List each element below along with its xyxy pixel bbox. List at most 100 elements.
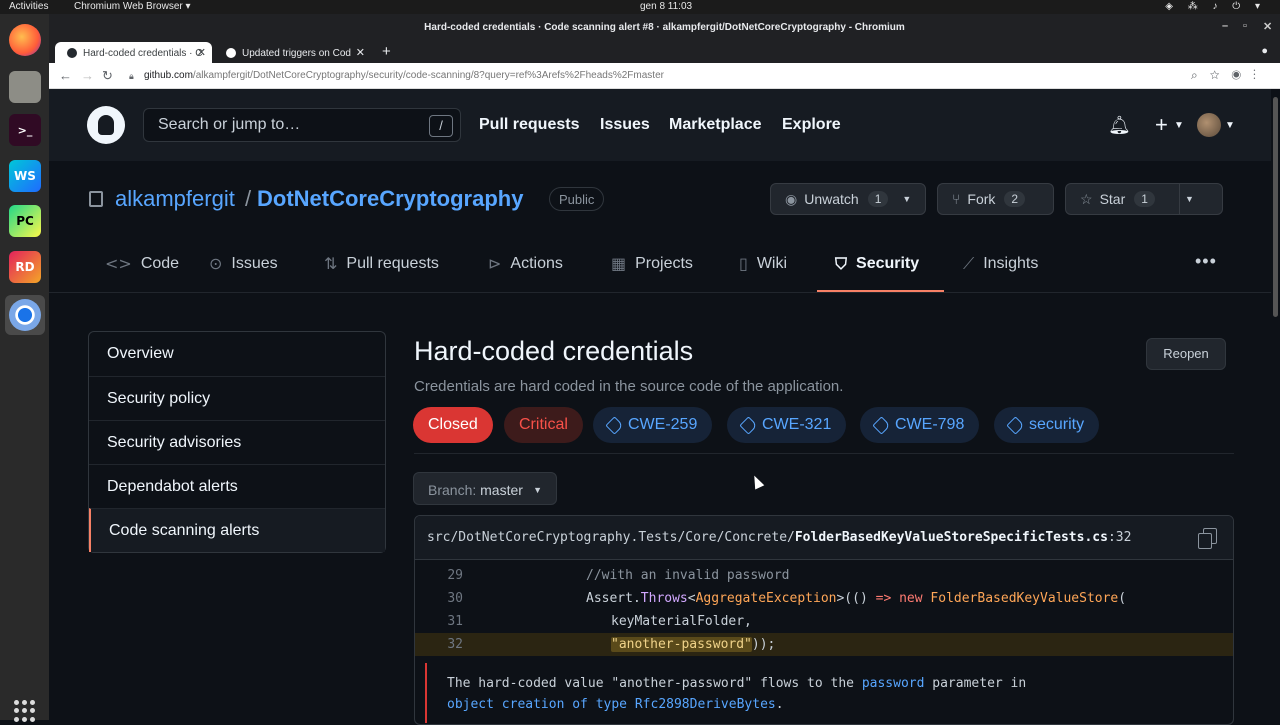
unwatch-button[interactable]: ◉ Unwatch 1 ▼ [770,183,926,215]
tab-projects[interactable]: ▦ Projects [611,254,693,273]
address-bar: ← → ↻ 🔒︎ github.com/alkampfergit/DotNetC… [49,63,1280,89]
maximize-icon[interactable]: ▫ [1243,20,1247,32]
repo-tab-nav: <> Code ⊙ Issues ⇅ Pull requests ⊳ Actions ▦… [49,231,1271,293]
fork-label: Fork [967,191,996,207]
clock[interactable]: gen 8 11:03 [640,1,692,12]
chevron-down-icon[interactable]: ▼ [1225,120,1235,131]
copy-icon[interactable] [1198,528,1217,549]
tab-label: Hard-coded credentials · C [83,47,203,59]
reload-icon[interactable]: ↻ [102,68,113,84]
tab-actions[interactable]: ⊳ Actions [488,254,563,273]
file-path[interactable]: src/DotNetCoreCryptography.Tests/Core/Co… [427,530,795,545]
shield-icon: ⛉ [835,254,848,273]
forward-icon[interactable]: → [81,68,94,83]
nav-marketplace[interactable]: Marketplace [669,116,762,134]
code-line: 30 Assert.Throws<AggregateException>(() … [415,587,1233,610]
code-line: 31 keyMaterialFolder, [415,610,1233,633]
sidebar-item-dependabot-alerts[interactable]: Dependabot alerts [89,464,385,508]
tab-hard-coded-credentials[interactable]: Hard-coded credentials · C ✕ [55,42,212,64]
star-icon: ☆ [1080,190,1093,207]
webstorm-icon[interactable]: WS [9,160,41,192]
app-menu[interactable]: Chromium Web Browser ▾ [74,1,191,12]
tab-pull-requests[interactable]: ⇅ Pull requests [324,254,439,273]
scrollbar-thumb[interactable] [1273,97,1278,317]
search-shortcut-key: / [429,115,453,137]
tab-search-icon[interactable]: ● [1261,45,1268,57]
nav-issues[interactable]: Issues [600,116,650,134]
notifications-bell-icon[interactable]: 🔔︎ [1108,115,1131,136]
tag-icon [605,415,624,435]
tab-wiki[interactable]: ▯ Wiki [739,254,787,273]
activities-button[interactable]: Activities [9,1,48,12]
tag-security[interactable]: security [994,407,1100,443]
code-text: Assert.Throws<AggregateException>(() => … [586,591,1127,606]
pycharm-icon[interactable]: PC [9,205,41,237]
branch-select[interactable]: Branch: master ▼ [413,472,557,505]
close-icon[interactable]: ✕ [1263,20,1272,33]
star-label: Star [1099,191,1126,207]
chromium-icon[interactable] [9,299,41,331]
lock-icon: 🔒︎ [129,71,134,81]
status-badge: Closed [413,407,493,443]
back-icon[interactable]: ← [59,68,72,83]
tag-icon [872,415,891,435]
new-tab-button[interactable]: + [382,43,391,60]
tab-security[interactable]: ⛉ Security [835,254,919,274]
tab-close-icon[interactable]: ✕ [197,46,206,59]
issue-icon: ⊙ [209,254,223,273]
browser-toolbar-icons[interactable]: ⌕☆◉⋮ [1191,68,1268,83]
parameter-link[interactable]: password [862,676,925,691]
line-number: 29 [447,568,463,583]
files-icon[interactable] [9,71,41,103]
system-tray-icons[interactable]: ◈ ⁂ ♪ ⏻ ▾ [1165,1,1266,12]
show-applications-icon[interactable] [14,700,36,722]
window-title: Hard-coded credentials · Code scanning a… [424,22,905,33]
nav-explore[interactable]: Explore [782,116,841,134]
url-field[interactable]: github.com/alkampfergit/DotNetCoreCrypto… [144,70,664,81]
tab-updated-triggers[interactable]: Updated triggers on Cod ✕ [214,42,371,64]
page-scrollbar[interactable] [1271,89,1280,720]
repo-owner-link[interactable]: alkampfergit [115,186,235,212]
alert-message: The hard-coded value "another-password" … [425,663,1223,723]
button-divider [1179,184,1180,214]
github-favicon-icon [226,48,236,58]
star-button[interactable]: ☆ Star 1 ▼ [1065,183,1223,215]
minimize-icon[interactable]: – [1222,20,1228,32]
sidebar-item-security-policy[interactable]: Security policy [89,376,385,420]
tag-cwe-321[interactable]: CWE-321 [727,407,847,443]
sidebar-item-code-scanning-alerts[interactable]: Code scanning alerts [89,508,385,552]
terminal-icon[interactable]: >_ [9,114,41,146]
repo-name-link[interactable]: DotNetCoreCryptography [257,186,523,212]
search-input[interactable]: Search or jump to… [143,108,461,142]
fork-button[interactable]: ⑂ Fork 2 [937,183,1054,215]
tag-icon [739,415,758,435]
tab-issues[interactable]: ⊙ Issues [209,254,278,273]
firefox-icon[interactable] [9,24,41,56]
active-tab-underline [817,290,944,292]
reopen-button[interactable]: Reopen [1146,338,1226,370]
tab-code[interactable]: <> Code [105,254,179,273]
tag-cwe-259[interactable]: CWE-259 [593,407,713,443]
tab-insights[interactable]: ⟋ Insights [963,254,1038,274]
tab-strip: Hard-coded credentials · C ✕ Updated tri… [49,40,1280,64]
more-options-icon[interactable]: ••• [1195,251,1217,272]
window-title-bar: Hard-coded credentials · Code scanning a… [49,14,1280,42]
github-logo-icon[interactable] [87,106,125,144]
create-new-plus-icon[interactable]: + [1155,112,1168,138]
watch-count: 1 [867,191,889,207]
tag-cwe-798[interactable]: CWE-798 [860,407,980,443]
sidebar-item-security-advisories[interactable]: Security advisories [89,420,385,464]
code-text: "another-password")); [611,637,776,652]
book-icon: ▯ [739,254,748,273]
star-lists-chevron-icon[interactable]: ▼ [1185,194,1194,204]
nav-pull-requests[interactable]: Pull requests [479,116,579,134]
rider-icon[interactable]: RD [9,251,41,283]
file-name[interactable]: FolderBasedKeyValueStoreSpecificTests.cs [795,530,1108,545]
repository-page: alkampfergit / DotNetCoreCryptography Pu… [49,161,1271,725]
tab-close-icon[interactable]: ✕ [356,46,365,59]
sidebar-item-overview[interactable]: Overview [89,332,385,376]
unwatch-label: Unwatch [804,191,859,207]
sink-link[interactable]: object creation of type Rfc2898DeriveByt… [447,697,776,712]
chevron-down-icon[interactable]: ▼ [1174,120,1184,131]
avatar[interactable] [1197,113,1221,137]
